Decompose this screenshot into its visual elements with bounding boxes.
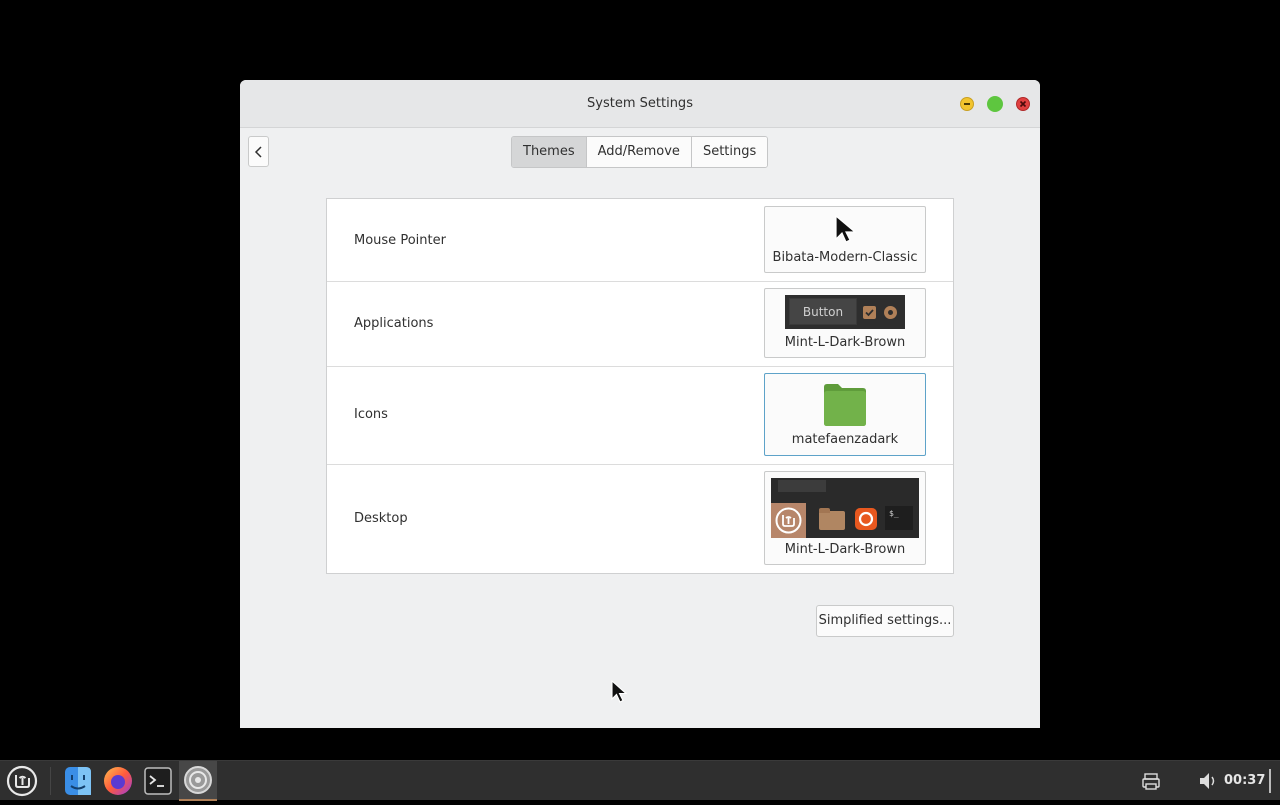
minimize-icon[interactable] [960,97,974,111]
system-settings-icon[interactable] [179,761,217,801]
show-desktop-button[interactable] [1268,761,1272,801]
desktop-preview: $_ [771,478,919,538]
mint-menu-icon[interactable] [3,761,41,801]
preview-panel-bar [778,480,826,492]
folder-preview-icon [824,384,866,426]
radio-preview-icon [884,306,897,319]
simplified-settings-button[interactable]: Simplified settings... [816,605,954,637]
mouse-cursor-icon [611,680,628,703]
mint-logo-preview-icon [771,503,806,538]
desktop-chooser[interactable]: $_ Mint-L-Dark-Brown [764,471,926,565]
terminal-icon[interactable] [140,761,176,801]
taskbar-separator [50,767,51,795]
taskbar: 00:37 [0,760,1280,801]
row-desktop: Desktop $_ Mint-L-Dark-Brown [327,464,953,573]
icons-chooser[interactable]: matefaenzadark [764,373,926,456]
widget-preview: Button [785,295,905,329]
chooser-value: Mint-L-Dark-Brown [784,542,906,557]
tab-add-remove[interactable]: Add/Remove [586,137,692,167]
chooser-value: Mint-L-Dark-Brown [784,335,906,350]
tab-themes[interactable]: Themes [512,137,587,167]
chooser-value: Bibata-Modern-Classic [772,250,918,265]
chevron-left-icon [254,146,262,158]
pointer-preview-icon [835,215,857,243]
window-title: System Settings [587,96,693,111]
clock[interactable]: 00:37 [1224,761,1265,801]
row-applications: Applications Button Mint-L-Dark-Brown [327,281,953,367]
row-label: Applications [354,316,434,331]
system-settings-window: System Settings Themes Add/Remove Settin… [240,80,1040,728]
terminal-preview-icon: $_ [885,506,913,530]
firefox-preview-icon [855,508,877,530]
folder-preview-icon [819,508,845,530]
preview-button: Button [789,298,857,325]
firefox-icon[interactable] [100,761,136,801]
row-label: Desktop [354,511,408,526]
row-mouse-pointer: Mouse Pointer Bibata-Modern-Classic [327,199,953,282]
row-label: Icons [354,407,388,422]
maximize-icon[interactable] [987,96,1003,112]
printer-icon[interactable] [1140,761,1162,801]
titlebar[interactable]: System Settings [240,80,1040,128]
view-tabs: Themes Add/Remove Settings [511,136,769,168]
close-icon[interactable] [1016,97,1030,111]
back-button[interactable] [248,136,269,167]
checkbox-preview-icon [863,306,876,319]
file-manager-icon[interactable] [61,761,95,801]
volume-icon[interactable] [1198,761,1218,801]
mouse-pointer-chooser[interactable]: Bibata-Modern-Classic [764,206,926,273]
row-icons: Icons matefaenzadark [327,366,953,465]
applications-chooser[interactable]: Button Mint-L-Dark-Brown [764,288,926,358]
themes-list: Mouse Pointer Bibata-Modern-Classic Appl… [326,198,954,574]
tab-settings[interactable]: Settings [691,137,768,167]
chooser-value: matefaenzadark [791,432,899,447]
row-label: Mouse Pointer [354,233,446,248]
